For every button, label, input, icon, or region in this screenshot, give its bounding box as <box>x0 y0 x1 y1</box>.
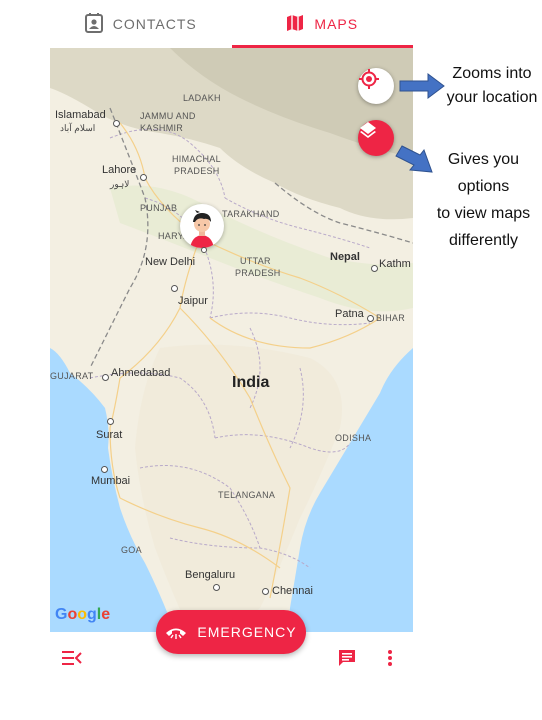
avatar-icon <box>190 210 214 248</box>
map-city-dot <box>371 265 378 272</box>
emergency-label: EMERGENCY <box>197 624 297 640</box>
chat-icon <box>339 650 355 666</box>
more-options-button[interactable] <box>380 646 400 670</box>
map-city-dot <box>140 174 147 181</box>
tab-contacts[interactable]: CONTACTS <box>50 0 232 48</box>
map-label-jammu-1: JAMMU AND <box>140 111 196 121</box>
map-label-himachal-2: PRADESH <box>174 166 220 176</box>
map-label-lahore: Lahore <box>102 164 137 176</box>
map-view[interactable]: LADAKH JAMMU AND KASHMIR Islamabad اسلام… <box>50 48 413 632</box>
menu-collapse-icon <box>62 651 82 665</box>
map-label-telangana: TELANGANA <box>218 490 276 500</box>
map-layers-button[interactable] <box>358 120 394 156</box>
phone-hangup-icon <box>166 628 187 639</box>
emergency-button[interactable]: EMERGENCY <box>156 610 306 654</box>
map-label-patna: Patna <box>335 308 364 320</box>
map-label-bengaluru: Bengaluru <box>185 569 236 581</box>
user-location-avatar[interactable] <box>180 204 224 248</box>
more-vert-icon <box>388 650 392 666</box>
google-logo: Google <box>55 606 111 623</box>
map-city-dot <box>107 418 114 425</box>
map-city-dot <box>101 466 108 473</box>
map-city-dot <box>102 374 109 381</box>
user-location-dot <box>201 247 207 253</box>
map-city-dot <box>113 120 120 127</box>
map-label-jaipur: Jaipur <box>178 295 208 307</box>
tab-bar: CONTACTS MAPS <box>50 0 413 48</box>
location-annotation: Zooms into your location <box>446 65 538 106</box>
tab-maps-label: MAPS <box>314 16 359 32</box>
contacts-icon <box>84 12 103 36</box>
map-label-surat: Surat <box>96 429 123 441</box>
map-city-dot <box>171 285 178 292</box>
layers-annotation: Gives you options to view maps different… <box>436 151 531 249</box>
map-city-dot <box>262 588 269 595</box>
phone-screen: CONTACTS MAPS LADAKH JAMMU AND KASHMIR I… <box>50 0 413 680</box>
map-label-uttar-1: UTTAR <box>240 256 271 266</box>
map-label-uttar-2: PRADESH <box>235 268 281 278</box>
map-label-islamabad-urdu: اسلام آباد <box>60 123 96 133</box>
layers-icon <box>360 122 376 138</box>
map-label-chennai: Chennai <box>272 585 313 597</box>
map-label-himachal-1: HIMACHAL <box>172 154 221 164</box>
crosshair-icon <box>359 69 379 89</box>
map-label-bihar: BIHAR <box>376 313 406 323</box>
map-label-gujarat: GUJARAT <box>50 371 94 381</box>
map-label-india: India <box>232 374 270 391</box>
map-label-goa: GOA <box>121 545 142 555</box>
map-label-kathmandu: Kathm <box>379 258 411 270</box>
map-label-islamabad: Islamabad <box>55 109 106 121</box>
map-label-nepal: Nepal <box>330 251 360 263</box>
my-location-button[interactable] <box>358 68 394 104</box>
map-city-dot <box>213 584 220 591</box>
map-city-dot <box>367 315 374 322</box>
menu-collapse-button[interactable] <box>60 646 84 670</box>
map-label-odisha: ODISHA <box>335 433 372 443</box>
tab-contacts-label: CONTACTS <box>112 16 197 32</box>
map-label-ahmedabad: Ahmedabad <box>111 367 171 379</box>
map-label-punjab: PUNJAB <box>140 203 178 213</box>
map-label-new-delhi: New Delhi <box>145 256 196 268</box>
map-label-uttarakhand: TARAKHAND <box>222 209 280 219</box>
tab-maps[interactable]: MAPS <box>231 0 414 48</box>
map-label-ladakh: LADAKH <box>183 93 221 103</box>
map-label-jammu-2: KASHMIR <box>140 123 184 133</box>
map-label-mumbai: Mumbai <box>91 475 131 487</box>
map-label-lahore-urdu: لاہور <box>110 179 130 189</box>
map-icon <box>286 14 304 35</box>
chat-button[interactable] <box>335 646 359 670</box>
